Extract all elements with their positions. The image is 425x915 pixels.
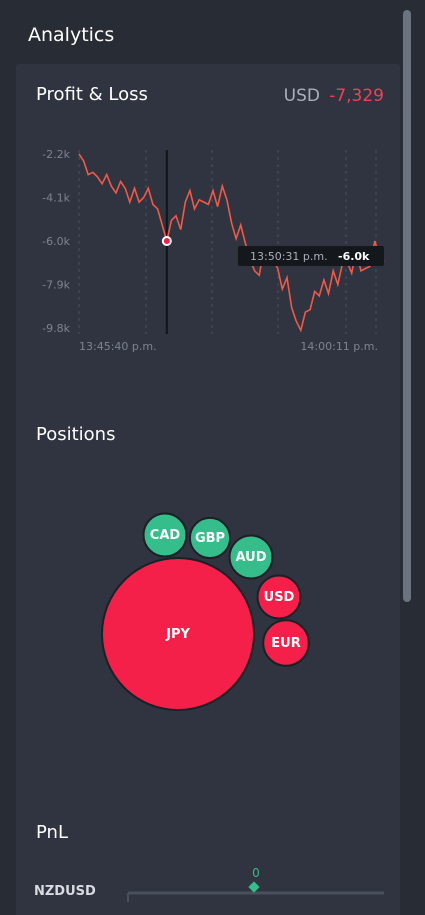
y-tick-label: -7.9k (42, 279, 70, 292)
profit-loss-chart[interactable]: -2.2k -4.1k -6.0k -7.9k -9.8k 13:45:40 p.m. 14… (16, 136, 400, 366)
highlight-point[interactable] (161, 236, 172, 246)
positions-title: Positions (36, 424, 116, 445)
y-tick-label: -6.0k (42, 235, 70, 248)
x-tick-label: 13:45:40 p.m. (79, 340, 157, 353)
bubble-label: JPY (165, 627, 190, 642)
pnl-title: PnL (36, 822, 68, 843)
profit-loss-title: Profit & Loss (36, 84, 148, 105)
bubble-label: GBP (195, 531, 225, 546)
bubble-label: CAD (150, 528, 181, 543)
pnl-marker[interactable] (248, 881, 260, 893)
positions-bubble-chart[interactable]: JPY CAD GBP AUD USD EUR (16, 484, 400, 794)
profit-loss-currency: USD (283, 86, 320, 106)
tooltip-value: -6.0k (338, 250, 370, 263)
pnl-series-line (78, 153, 385, 333)
tooltip-time: 13:50:31 p.m. (250, 250, 328, 263)
page-title: Analytics (28, 24, 115, 46)
scrollbar-thumb[interactable] (403, 10, 411, 602)
chart-tooltip: 13:50:31 p.m. -6.0k (238, 246, 384, 266)
bubble-label: EUR (271, 636, 300, 651)
pnl-row-bar[interactable]: 0 (16, 864, 400, 915)
pnl-marker-value: 0 (252, 866, 260, 880)
bubble-label: AUD (235, 550, 266, 565)
analytics-card: Profit & Loss USD -7,329 -2.2k -4.1k -6.0k… (16, 64, 400, 915)
x-tick-label: 14:00:11 p.m. (300, 340, 378, 353)
y-tick-label: -9.8k (42, 322, 70, 335)
y-tick-label: -4.1k (42, 192, 70, 205)
y-tick-label: -2.2k (42, 148, 70, 161)
profit-loss-value: -7,329 (329, 86, 384, 106)
bubble-label: USD (264, 590, 295, 605)
